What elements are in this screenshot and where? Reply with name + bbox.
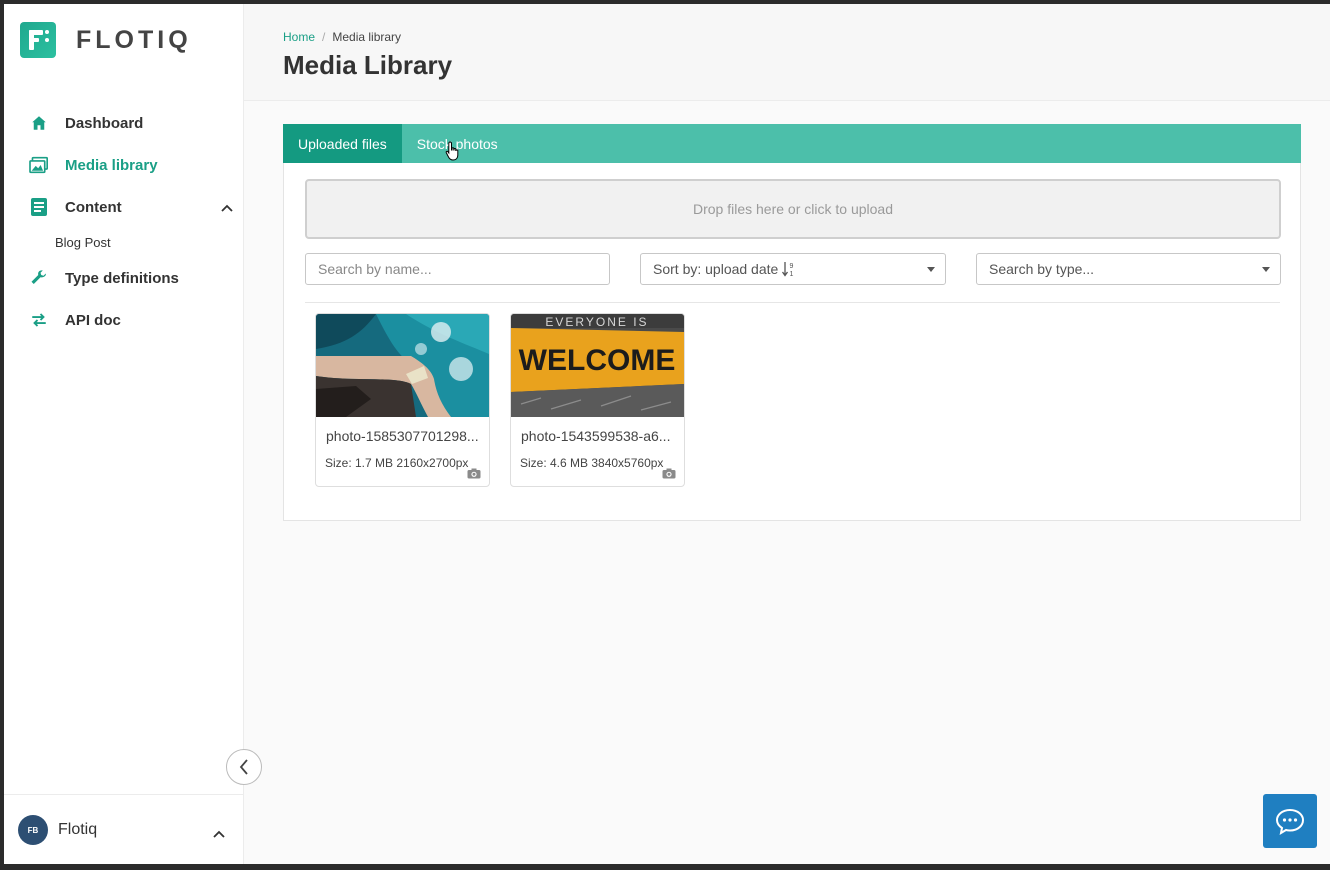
search-by-type-select[interactable]: Search by type... <box>976 253 1281 285</box>
camera-icon <box>662 466 676 484</box>
swap-arrows-icon <box>29 310 49 330</box>
media-file-name: photo-1543599538-a6... <box>521 428 671 444</box>
home-icon <box>29 113 49 133</box>
upload-dropzone[interactable]: Drop files here or click to upload <box>305 179 1281 239</box>
media-thumbnail: EVERYONE IS WELCOME <box>511 314 684 417</box>
sidebar-item-media-library[interactable]: Media library <box>4 144 243 186</box>
logo-text: FLOTIQ <box>76 25 192 54</box>
sort-select[interactable]: Sort by: upload date 91 <box>640 253 946 285</box>
sidebar-subitem-blog-post[interactable]: Blog Post <box>4 228 243 257</box>
breadcrumb-current: Media library <box>332 30 402 44</box>
sidebar-item-api-doc[interactable]: API doc <box>4 299 243 341</box>
media-card[interactable]: EVERYONE IS WELCOME photo-1543599538-a6.… <box>510 313 685 487</box>
breadcrumb: Home / Media library <box>283 30 401 44</box>
page-header: Home / Media library Media Library <box>244 4 1330 101</box>
search-by-name-field[interactable] <box>305 253 610 285</box>
document-list-icon <box>29 197 49 217</box>
tab-stock-photos[interactable]: Stock photos <box>402 124 513 163</box>
breadcrumb-separator: / <box>322 30 326 44</box>
sidebar-item-label: Media library <box>65 156 158 174</box>
wrench-icon <box>29 268 49 288</box>
sidebar-item-label: Type definitions <box>65 269 179 287</box>
chat-button[interactable] <box>1263 794 1317 848</box>
sort-label: Sort by: upload date <box>653 261 779 277</box>
chevron-down-icon <box>927 267 935 272</box>
app-window: FLOTIQ Dashboard Media library Content B… <box>4 4 1330 864</box>
sort-numeric-icon: 91 <box>782 261 796 277</box>
svg-text:1: 1 <box>790 271 794 277</box>
chevron-down-icon <box>1262 267 1270 272</box>
user-name: Flotiq <box>58 821 98 838</box>
image-gallery-icon <box>29 155 49 175</box>
media-panel: Drop files here or click to upload Sort … <box>283 163 1301 521</box>
divider <box>305 302 1280 303</box>
user-menu[interactable]: FB Flotiq <box>4 794 243 864</box>
breadcrumb-home-link[interactable]: Home <box>283 30 315 44</box>
search-input[interactable] <box>318 261 598 277</box>
sidebar-item-label: API doc <box>65 311 121 329</box>
media-file-size: Size: 4.6 MB 3840x5760px <box>520 456 664 470</box>
chat-bubble-icon <box>1275 808 1305 835</box>
media-thumbnail <box>316 314 489 417</box>
sidebar: FLOTIQ Dashboard Media library Content B… <box>4 4 244 864</box>
media-tabs: Uploaded files Stock photos <box>283 124 1301 163</box>
chevron-left-icon <box>239 759 248 775</box>
collapse-sidebar-button[interactable] <box>226 749 262 785</box>
logo[interactable]: FLOTIQ <box>20 22 192 58</box>
camera-icon <box>467 466 481 484</box>
chevron-up-icon[interactable] <box>213 825 225 843</box>
thumb-welcome-text: WELCOME <box>519 344 676 377</box>
media-file-name: photo-1585307701298... <box>326 428 479 444</box>
thumb-top-text: EVERYONE IS <box>545 315 648 329</box>
sidebar-item-type-definitions[interactable]: Type definitions <box>4 257 243 299</box>
sidebar-item-content[interactable]: Content <box>4 186 243 228</box>
sidebar-item-label: Content <box>65 198 122 216</box>
media-card[interactable]: photo-1585307701298... Size: 1.7 MB 2160… <box>315 313 490 487</box>
sidebar-nav: Dashboard Media library Content Blog Pos… <box>4 102 243 341</box>
type-placeholder: Search by type... <box>989 261 1095 277</box>
chevron-up-icon[interactable] <box>221 199 233 217</box>
sidebar-item-label: Dashboard <box>65 114 144 132</box>
avatar: FB <box>18 815 48 845</box>
page-title: Media Library <box>283 50 453 80</box>
flotiq-logo-icon <box>20 22 56 58</box>
tab-uploaded-files[interactable]: Uploaded files <box>283 124 402 163</box>
media-file-size: Size: 1.7 MB 2160x2700px <box>325 456 469 470</box>
svg-text:9: 9 <box>790 263 794 270</box>
sidebar-item-dashboard[interactable]: Dashboard <box>4 102 243 144</box>
